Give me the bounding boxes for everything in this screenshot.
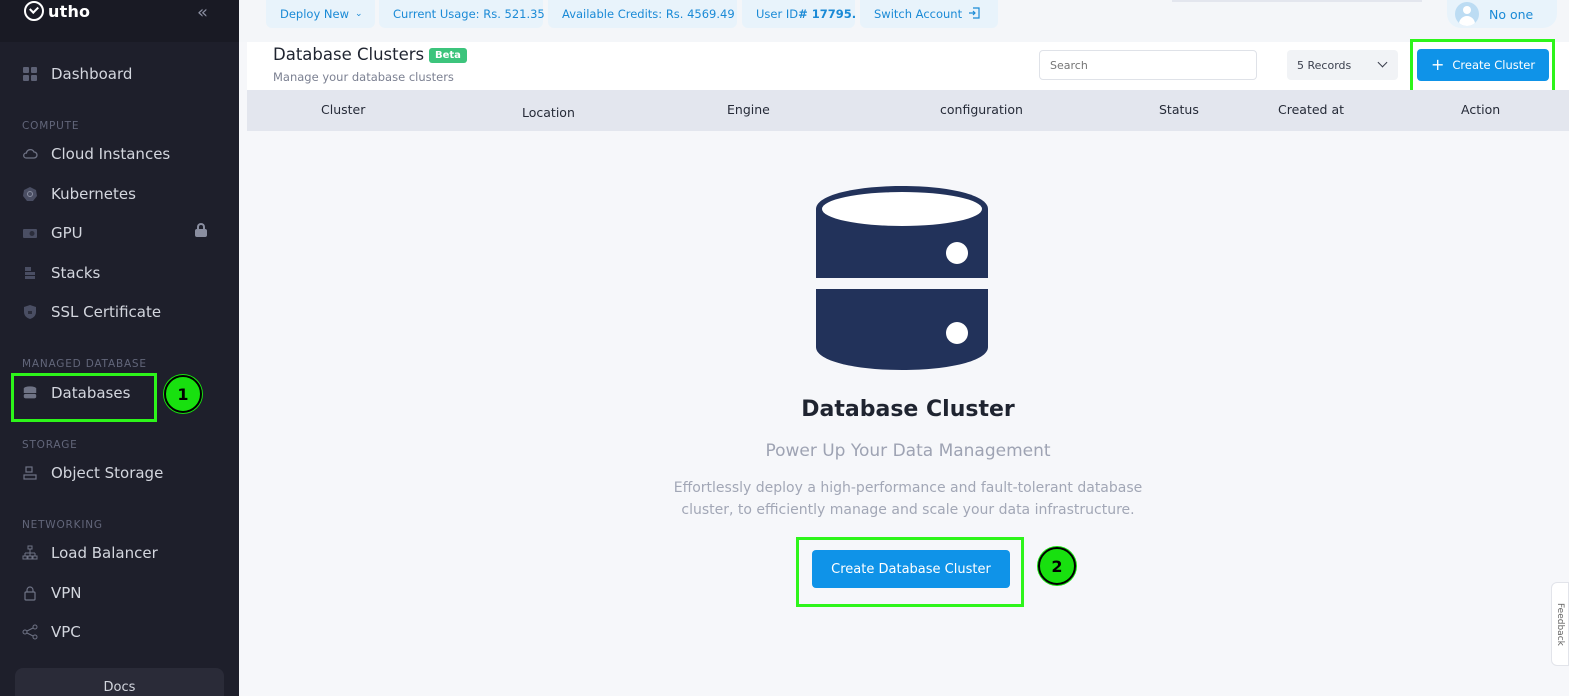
sidebar-item-label: Cloud Instances bbox=[51, 145, 171, 163]
sidebar-item-label: VPN bbox=[51, 584, 82, 602]
records-value: 5 Records bbox=[1297, 58, 1352, 72]
collapse-sidebar-icon[interactable]: « bbox=[197, 2, 208, 23]
sidebar-item-dashboard[interactable]: Dashboard bbox=[22, 63, 132, 85]
column-header-action: Action bbox=[1461, 102, 1501, 117]
sidebar-item-label: Dashboard bbox=[51, 65, 133, 83]
logo[interactable]: utho bbox=[24, 0, 90, 22]
database-icon bbox=[816, 186, 988, 370]
chevron-down-icon: ⌄ bbox=[355, 9, 363, 19]
sidebar-item-kubernetes[interactable]: Kubernetes bbox=[22, 183, 136, 205]
share-network-icon bbox=[22, 624, 38, 640]
column-header-location: Location bbox=[522, 105, 575, 120]
search-input[interactable] bbox=[1039, 50, 1257, 80]
empty-state: Database Cluster Power Up Your Data Mana… bbox=[247, 131, 1569, 696]
current-usage: Current Usage: Rs. 521.35 bbox=[379, 0, 545, 28]
cloud-icon bbox=[22, 146, 38, 162]
sidebar-item-label: Stacks bbox=[51, 264, 101, 282]
sidebar-item-label: Load Balancer bbox=[51, 544, 158, 562]
kubernetes-icon bbox=[22, 186, 38, 202]
sidebar-item-load-balancer[interactable]: Load Balancer bbox=[22, 542, 158, 564]
sidebar-item-label: Kubernetes bbox=[51, 185, 136, 203]
sidebar-item-cloud-instances[interactable]: Cloud Instances bbox=[22, 143, 170, 165]
stacks-icon bbox=[22, 265, 38, 281]
user-menu[interactable]: No one bbox=[1447, 0, 1557, 28]
table-header: Cluster Location Engine configuration St… bbox=[247, 90, 1569, 131]
gpu-icon bbox=[22, 225, 38, 241]
top-dropdown-edge bbox=[1172, 0, 1422, 2]
section-networking: NETWORKING bbox=[22, 519, 103, 531]
sidebar-item-vpn[interactable]: VPN bbox=[22, 582, 82, 604]
chevron-down-icon bbox=[1377, 57, 1388, 68]
vpn-lock-icon bbox=[22, 585, 38, 601]
top-bar: Deploy New ⌄ Current Usage: Rs. 521.35 A… bbox=[239, 0, 1569, 42]
step-badge-2: 2 bbox=[1038, 547, 1076, 585]
avatar bbox=[1455, 2, 1479, 26]
shield-icon bbox=[22, 304, 38, 320]
sidebar-item-label: SSL Certificate bbox=[51, 303, 162, 321]
column-header-created-at: Created at bbox=[1278, 102, 1345, 117]
switch-account-button[interactable]: Switch Account bbox=[860, 0, 998, 28]
sidebar-item-label: VPC bbox=[51, 623, 81, 641]
empty-state-title: Database Cluster bbox=[801, 397, 1015, 422]
deploy-new-dropdown[interactable]: Deploy New ⌄ bbox=[266, 0, 375, 28]
empty-state-description: Effortlessly deploy a high-performance a… bbox=[673, 480, 1143, 518]
feedback-tab[interactable]: Feedback bbox=[1551, 582, 1569, 666]
sidebar-item-label: GPU bbox=[51, 224, 83, 242]
page-subtitle: Manage your database clusters bbox=[273, 70, 454, 84]
user-name: No one bbox=[1489, 6, 1534, 22]
column-header-configuration: configuration bbox=[940, 102, 1023, 117]
highlight-create-database-cluster bbox=[796, 537, 1024, 607]
section-compute: COMPUTE bbox=[22, 120, 80, 132]
user-id-label: User ID bbox=[756, 7, 799, 21]
column-header-cluster: Cluster bbox=[321, 102, 366, 117]
highlight-create-cluster bbox=[1410, 39, 1555, 94]
sidebar-item-label: Object Storage bbox=[51, 464, 164, 482]
switch-account-icon bbox=[968, 6, 980, 22]
logo-text: utho bbox=[48, 1, 91, 21]
available-credits: Available Credits: Rs. 4569.49 bbox=[548, 0, 737, 28]
sidebar-item-object-storage[interactable]: Object Storage bbox=[22, 462, 163, 484]
sidebar-item-gpu[interactable]: GPU bbox=[22, 222, 83, 244]
lock-icon bbox=[194, 223, 208, 237]
load-balancer-icon bbox=[22, 545, 38, 561]
user-id: User ID # 17795. bbox=[742, 0, 857, 28]
column-header-engine: Engine bbox=[727, 102, 770, 117]
page-title: Database Clusters bbox=[273, 45, 425, 64]
docs-button[interactable]: Docs bbox=[15, 668, 224, 696]
beta-badge: Beta bbox=[429, 48, 467, 63]
section-storage: STORAGE bbox=[22, 439, 78, 451]
step-badge-1: 1 bbox=[164, 375, 202, 413]
dashboard-icon bbox=[22, 66, 38, 82]
highlight-databases bbox=[11, 373, 157, 422]
switch-account-label: Switch Account bbox=[874, 7, 963, 21]
records-select[interactable]: 5 Records bbox=[1287, 50, 1398, 80]
deploy-new-label: Deploy New bbox=[280, 7, 350, 21]
section-managed-database: MANAGED DATABASE bbox=[22, 358, 147, 370]
sidebar-item-vpc[interactable]: VPC bbox=[22, 621, 81, 643]
sidebar-item-stacks[interactable]: Stacks bbox=[22, 262, 100, 284]
object-storage-icon bbox=[22, 465, 38, 481]
user-id-value: # 17795. bbox=[798, 7, 857, 21]
empty-state-subtitle: Power Up Your Data Management bbox=[765, 441, 1051, 461]
sidebar-item-ssl[interactable]: SSL Certificate bbox=[22, 301, 161, 323]
logo-icon bbox=[24, 1, 44, 21]
page-header: Database Clusters Beta Manage your datab… bbox=[247, 42, 1569, 90]
column-header-status: Status bbox=[1159, 102, 1199, 117]
sidebar: utho « Dashboard COMPUTE Cloud Instances… bbox=[0, 0, 239, 696]
